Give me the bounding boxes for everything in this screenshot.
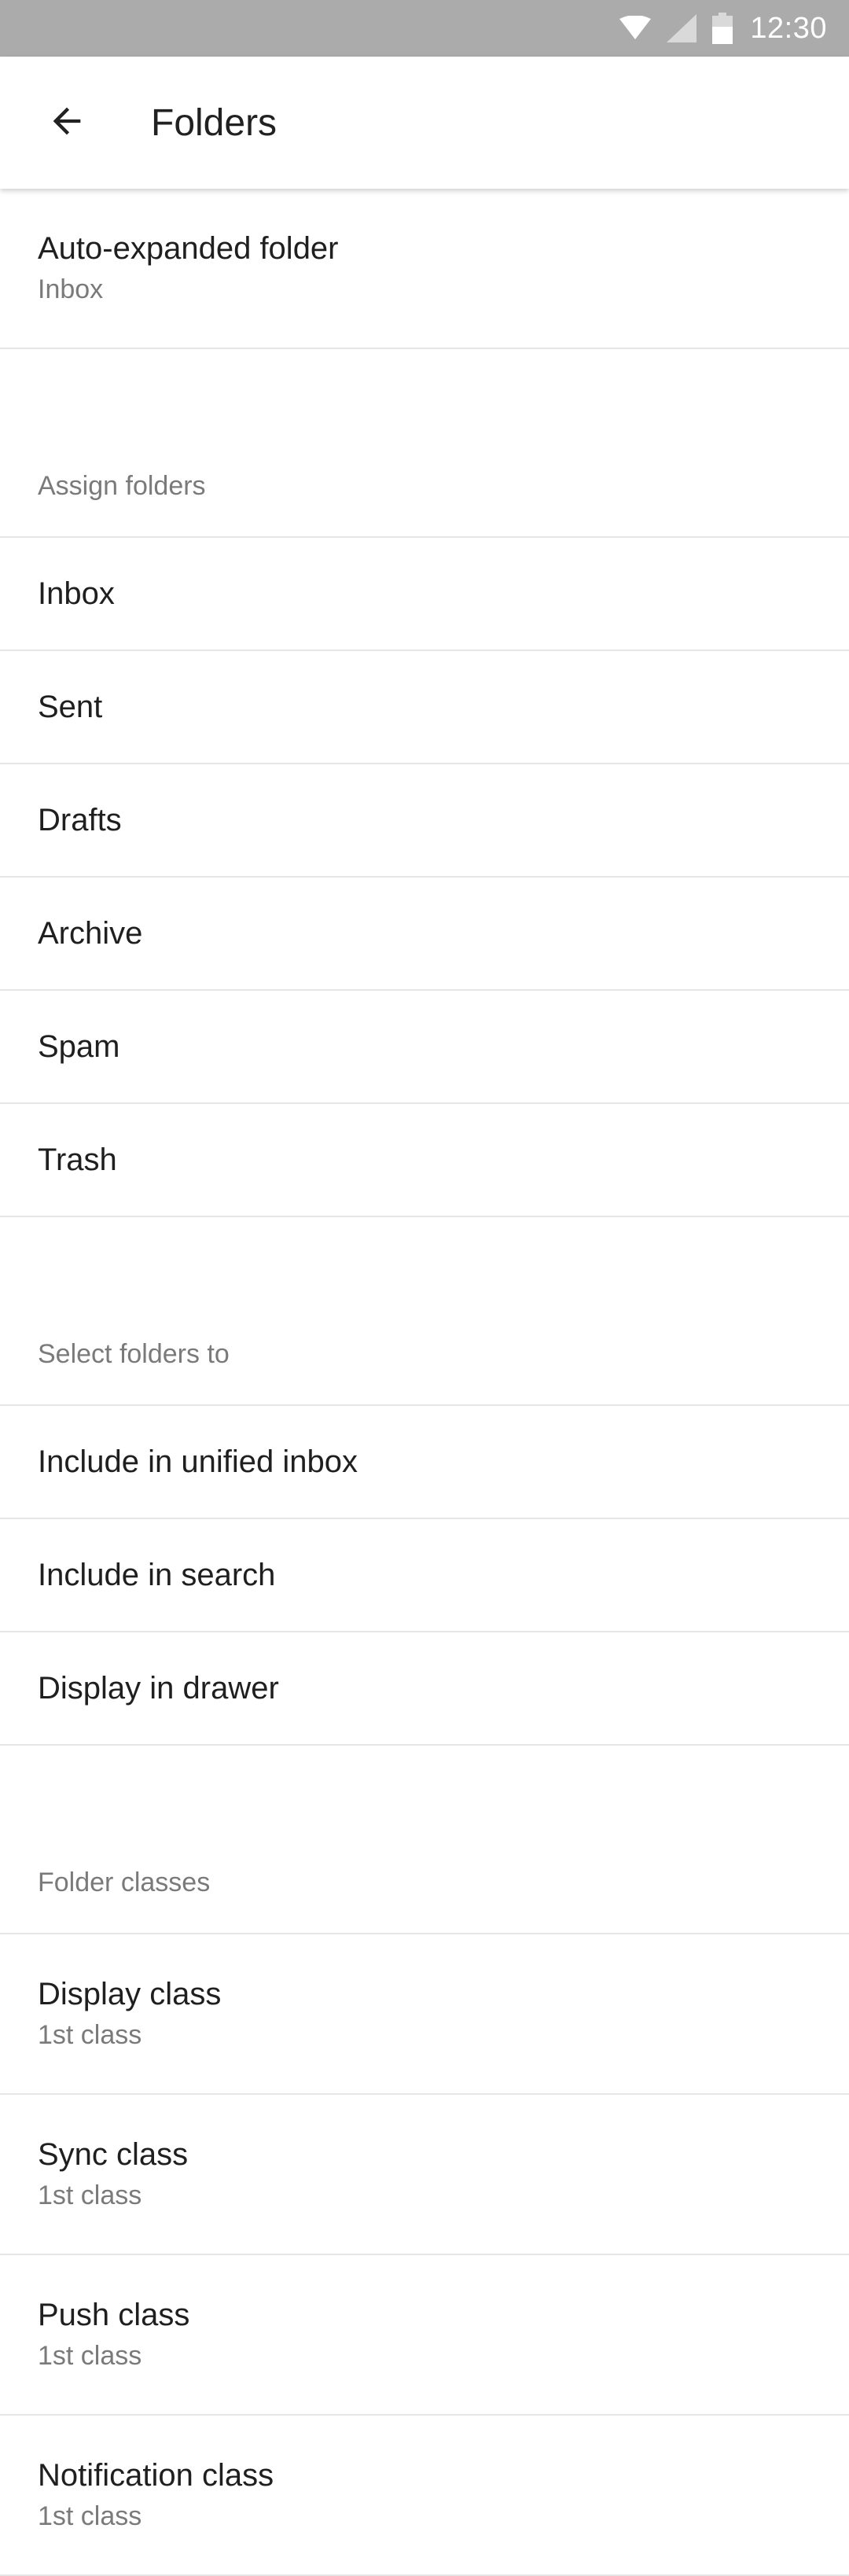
assign-spam-pref[interactable]: Spam [0,991,849,1104]
pref-summary: 1st class [38,2341,142,2371]
display-class-pref[interactable]: Display class 1st class [0,1934,849,2095]
pref-title: Sync class [38,2137,189,2172]
assign-trash-pref[interactable]: Trash [0,1104,849,1217]
pref-title: Display class [38,1977,222,2011]
battery-icon [712,13,733,44]
cell-signal-icon [667,14,697,42]
pref-title: Include in search [38,1557,276,1592]
back-button[interactable] [31,87,102,158]
pref-title: Drafts [38,802,122,837]
pref-title: Notification class [38,2458,274,2493]
pref-summary: Inbox [38,274,104,304]
pref-title: Display in drawer [38,1670,279,1706]
include-unified-inbox-pref[interactable]: Include in unified inbox [0,1406,849,1519]
push-class-pref[interactable]: Push class 1st class [0,2255,849,2416]
category-header-folder-classes: Folder classes [0,1746,849,1934]
assign-archive-pref[interactable]: Archive [0,878,849,991]
pref-title: Auto-expanded folder [38,231,339,266]
arrow-back-icon [46,101,87,145]
status-bar: 12:30 [0,0,849,57]
category-header-assign-folders: Assign folders [0,349,849,538]
notification-class-pref[interactable]: Notification class 1st class [0,2416,849,2576]
assign-sent-pref[interactable]: Sent [0,651,849,764]
pref-title: Trash [38,1142,117,1177]
pref-summary: 1st class [38,2501,142,2531]
include-in-search-pref[interactable]: Include in search [0,1519,849,1632]
pref-title: Include in unified inbox [38,1444,358,1479]
assign-inbox-pref[interactable]: Inbox [0,538,849,651]
pref-title: Sent [38,689,103,724]
assign-drafts-pref[interactable]: Drafts [0,764,849,878]
pref-title: Inbox [38,576,115,611]
preferences-list: Auto-expanded folder Inbox Assign folder… [0,189,849,2576]
sync-class-pref[interactable]: Sync class 1st class [0,2095,849,2255]
pref-title: Spam [38,1029,120,1064]
display-in-drawer-pref[interactable]: Display in drawer [0,1632,849,1746]
status-time: 12:30 [750,11,827,45]
app-bar: Folders [0,57,849,189]
wifi-icon [619,16,652,41]
pref-summary: 1st class [38,2180,142,2210]
pref-title: Archive [38,915,143,951]
category-header-select-folders: Select folders to [0,1217,849,1406]
pref-summary: 1st class [38,2020,142,2050]
pref-title: Push class [38,2298,190,2332]
auto-expanded-folder-pref[interactable]: Auto-expanded folder Inbox [0,189,849,349]
page-title: Folders [151,101,277,144]
